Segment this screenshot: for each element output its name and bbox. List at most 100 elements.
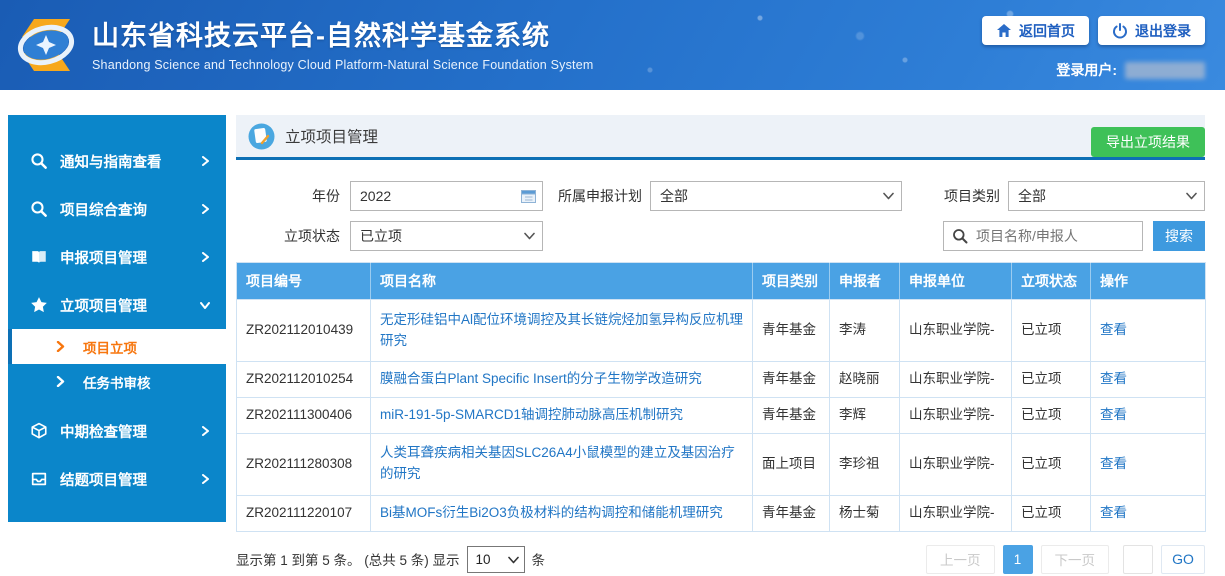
chevron-right-icon xyxy=(200,474,210,484)
cell-applicant: 李珍祖 xyxy=(830,433,900,495)
inbox-icon xyxy=(30,470,48,488)
search-input[interactable] xyxy=(943,221,1143,251)
project-name-link[interactable]: 膜融合蛋白Plant Specific Insert的分子生物学改造研究 xyxy=(380,371,702,386)
login-user-label: 登录用户: xyxy=(1056,60,1117,80)
export-results-button[interactable]: 导出立项结果 xyxy=(1091,127,1205,157)
cell-category: 青年基金 xyxy=(753,300,830,362)
cell-applicant: 杨士菊 xyxy=(830,495,900,531)
year-field-wrap xyxy=(350,181,543,211)
sidebar-item-declared-projects[interactable]: 申报项目管理 xyxy=(8,233,226,281)
chevron-right-icon xyxy=(200,426,210,436)
category-select[interactable]: 全部 xyxy=(1008,181,1205,211)
arrow-right-icon xyxy=(56,341,65,352)
cell-org: 山东职业学院- xyxy=(900,300,1012,362)
sidebar-subitem-label: 任务书审核 xyxy=(83,372,151,392)
cell-action: 查看 xyxy=(1091,362,1206,398)
login-user: 登录用户: xyxy=(1056,60,1205,80)
prev-page-button[interactable]: 上一页 xyxy=(926,545,995,574)
pagination-info: 显示第 1 到第 5 条。 (总共 5 条) 显示 10 条 xyxy=(236,546,545,573)
cell-category: 青年基金 xyxy=(753,362,830,398)
plan-select-wrap: 全部 xyxy=(650,181,902,211)
search-icon xyxy=(30,200,48,218)
table-header-row: 项目编号 项目名称 项目类别 申报者 申报单位 立项状态 操作 xyxy=(237,263,1206,300)
home-icon xyxy=(996,23,1012,38)
app-logo-icon xyxy=(12,11,80,79)
sidebar-item-completed-projects[interactable]: 结题项目管理 xyxy=(8,455,226,503)
sidebar-item-label: 中期检查管理 xyxy=(60,421,200,442)
view-link[interactable]: 查看 xyxy=(1100,322,1127,337)
status-select-wrap: 已立项 xyxy=(350,221,543,251)
category-label: 项目类别 xyxy=(940,182,1000,210)
table-row: ZR202111220107 Bi基MOFs衍生Bi2O3负极材料的结构调控和储… xyxy=(237,495,1206,531)
arrow-right-icon xyxy=(56,376,65,387)
col-header-code: 项目编号 xyxy=(237,263,371,300)
project-name-link[interactable]: 人类耳聋疾病相关基因SLC26A4小鼠模型的建立及基因治疗的研究 xyxy=(380,445,735,481)
cell-applicant: 李辉 xyxy=(830,397,900,433)
home-button[interactable]: 返回首页 xyxy=(982,16,1089,45)
view-link[interactable]: 查看 xyxy=(1100,371,1127,386)
page-title: 立项项目管理 xyxy=(285,125,378,147)
cell-project-code: ZR202111220107 xyxy=(237,495,371,531)
sidebar-item-label: 申报项目管理 xyxy=(60,247,200,268)
table-footer: 显示第 1 到第 5 条。 (总共 5 条) 显示 10 条 上一页 1 下一页… xyxy=(236,545,1205,574)
sidebar-item-project-query[interactable]: 项目综合查询 xyxy=(8,185,226,233)
cell-org: 山东职业学院- xyxy=(900,362,1012,398)
view-link[interactable]: 查看 xyxy=(1100,407,1127,422)
cell-category: 面上项目 xyxy=(753,433,830,495)
pagination-info-text: 显示第 1 到第 5 条。 (总共 5 条) 显示 xyxy=(236,549,460,569)
per-page-select-wrap: 10 xyxy=(467,546,525,573)
cell-action: 查看 xyxy=(1091,397,1206,433)
login-user-name-redacted xyxy=(1125,62,1205,79)
per-page-select[interactable]: 10 xyxy=(467,546,525,573)
project-name-link[interactable]: miR-191-5p-SMARCD1轴调控肺动脉高压机制研究 xyxy=(380,407,683,422)
book-icon xyxy=(30,248,48,266)
cell-project-name: 膜融合蛋白Plant Specific Insert的分子生物学改造研究 xyxy=(371,362,753,398)
sidebar-subitem-label: 项目立项 xyxy=(83,337,137,357)
sidebar-item-midterm-inspection[interactable]: 中期检查管理 xyxy=(8,407,226,455)
logout-button[interactable]: 退出登录 xyxy=(1098,16,1205,45)
search-icon xyxy=(30,152,48,170)
view-link[interactable]: 查看 xyxy=(1100,456,1127,471)
project-name-link[interactable]: Bi基MOFs衍生Bi2O3负极材料的结构调控和储能机理研究 xyxy=(380,505,723,520)
plan-label: 所属申报计划 xyxy=(546,182,642,210)
cell-project-name: Bi基MOFs衍生Bi2O3负极材料的结构调控和储能机理研究 xyxy=(371,495,753,531)
search-button[interactable]: 搜索 xyxy=(1153,221,1205,251)
chevron-right-icon xyxy=(200,252,210,262)
project-name-link[interactable]: 无定形硅铝中Al配位环境调控及其长链烷烃加氢异构反应机理研究 xyxy=(380,312,743,348)
goto-page-input[interactable] xyxy=(1123,545,1153,574)
chevron-down-icon xyxy=(200,300,210,310)
app-title: 山东省科技云平台-自然科学基金系统 xyxy=(92,14,593,53)
cell-status: 已立项 xyxy=(1012,397,1091,433)
go-button[interactable]: GO xyxy=(1161,545,1205,574)
cell-action: 查看 xyxy=(1091,433,1206,495)
cell-project-name: miR-191-5p-SMARCD1轴调控肺动脉高压机制研究 xyxy=(371,397,753,433)
header-actions: 返回首页 退出登录 xyxy=(982,16,1205,45)
sidebar-item-notices[interactable]: 通知与指南查看 xyxy=(8,137,226,185)
page-1-button[interactable]: 1 xyxy=(1003,545,1033,574)
status-select[interactable]: 已立项 xyxy=(350,221,543,251)
col-header-action: 操作 xyxy=(1091,263,1206,300)
sidebar-subitem-task-book-review[interactable]: 任务书审核 xyxy=(8,364,226,399)
sidebar-item-approved-projects[interactable]: 立项项目管理 xyxy=(8,281,226,329)
calendar-icon[interactable] xyxy=(521,189,536,203)
sidebar-nav: 通知与指南查看 项目综合查询 申报项目管理 立项项目管理 xyxy=(8,115,226,522)
next-page-button[interactable]: 下一页 xyxy=(1041,545,1110,574)
year-input[interactable] xyxy=(350,181,543,211)
sidebar-submenu: 项目立项 任务书审核 xyxy=(8,329,226,399)
plan-select[interactable]: 全部 xyxy=(650,181,902,211)
col-header-status: 立项状态 xyxy=(1012,263,1091,300)
table-row: ZR202111280308 人类耳聋疾病相关基因SLC26A4小鼠模型的建立及… xyxy=(237,433,1206,495)
sidebar-item-label: 结题项目管理 xyxy=(60,469,200,490)
cell-project-code: ZR202111280308 xyxy=(237,433,371,495)
col-header-org: 申报单位 xyxy=(900,263,1012,300)
main-content: 立项项目管理 导出立项结果 年份 所属申报计划 全部 项目类别 xyxy=(236,115,1205,574)
table-row: ZR202112010439 无定形硅铝中Al配位环境调控及其长链烷烃加氢异构反… xyxy=(237,300,1206,362)
pagination-info-suffix: 条 xyxy=(532,549,546,569)
col-header-category: 项目类别 xyxy=(753,263,830,300)
sidebar-subitem-project-approval[interactable]: 项目立项 xyxy=(8,329,226,364)
app-header: 山东省科技云平台-自然科学基金系统 Shandong Science and T… xyxy=(0,0,1225,90)
view-link[interactable]: 查看 xyxy=(1100,505,1127,520)
pager: 上一页 1 下一页 GO xyxy=(926,545,1205,574)
cell-category: 青年基金 xyxy=(753,495,830,531)
panel-header: 立项项目管理 导出立项结果 xyxy=(236,115,1205,160)
